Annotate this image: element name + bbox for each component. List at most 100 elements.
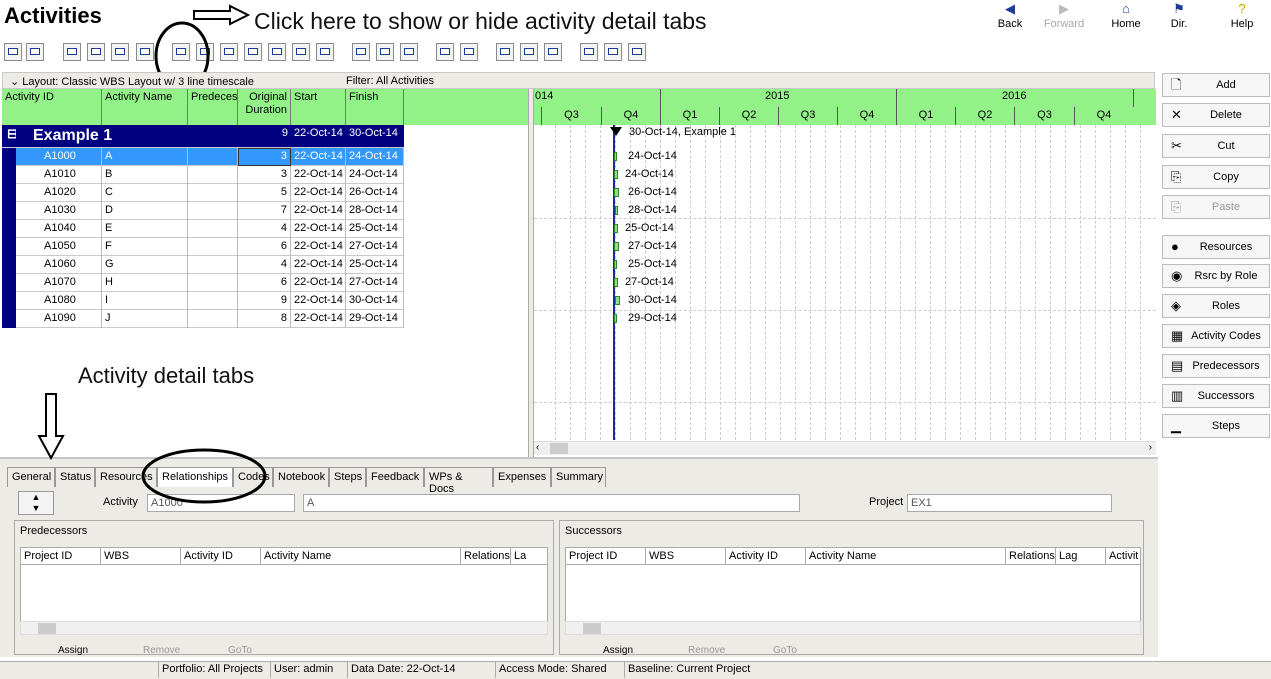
project-field[interactable]: EX1 xyxy=(907,494,1112,512)
detail.pred-col[interactable]: WBS xyxy=(101,548,181,564)
roles-button[interactable]: ◈ Roles xyxy=(1162,294,1270,318)
activity-bar[interactable] xyxy=(614,224,618,233)
detail.pred-col[interactable]: Project ID xyxy=(21,548,101,564)
layout-dropdown[interactable]: ⌄ Layout: Classic WBS Layout w/ 3 line t… xyxy=(10,75,254,88)
scroll-right-icon[interactable]: › xyxy=(1149,442,1152,453)
activity-row[interactable]: A1010 B 3 22-Oct-14 24-Oct-14 xyxy=(2,166,404,184)
detail.succ-goto-button[interactable]: GoTo xyxy=(743,645,821,657)
activity-duration[interactable]: 5 xyxy=(238,184,291,202)
zoom-in-icon[interactable] xyxy=(580,43,598,61)
detail.pred-assign-button[interactable]: Assign xyxy=(28,645,106,657)
collapse-icon[interactable]: ⊟ xyxy=(4,125,16,143)
detail.pred-remove-button[interactable]: Remove xyxy=(113,645,191,657)
detail.succ-assign-button[interactable]: Assign xyxy=(573,645,651,657)
zoom-out-icon[interactable] xyxy=(604,43,622,61)
scroll-left-icon[interactable]: ‹ xyxy=(536,442,539,453)
resources-button[interactable]: ● Resources xyxy=(1162,235,1270,259)
activity-bar[interactable] xyxy=(615,206,618,215)
detail.pred-col[interactable]: La xyxy=(511,548,549,564)
help-button[interactable]: ? Help xyxy=(1216,0,1268,36)
tab-summary[interactable]: Summary xyxy=(551,467,606,487)
detail.succ-col[interactable]: Project ID xyxy=(566,548,646,564)
activity-duration[interactable]: 3 xyxy=(238,166,291,184)
activity-bar[interactable] xyxy=(615,296,620,305)
activity-duration[interactable]: 8 xyxy=(238,310,291,328)
print-preview-icon[interactable] xyxy=(26,43,44,61)
detail.succ-scroll-thumb[interactable] xyxy=(583,623,601,634)
find-icon[interactable] xyxy=(496,43,514,61)
activity-duration[interactable]: 9 xyxy=(238,292,291,310)
tab-general[interactable]: General xyxy=(7,467,55,487)
column-width-icon[interactable] xyxy=(376,43,394,61)
group-sort-icon[interactable] xyxy=(352,43,370,61)
activity-row[interactable]: A1020 C 5 22-Oct-14 26-Oct-14 xyxy=(2,184,404,202)
detail.succ-remove-button[interactable]: Remove xyxy=(658,645,736,657)
filter-label[interactable]: Filter: All Activities xyxy=(346,75,434,87)
detail.pred-col[interactable]: Activity ID xyxy=(181,548,261,564)
tab-steps[interactable]: Steps xyxy=(329,467,366,487)
gantt-scrollbar[interactable]: ‹ › xyxy=(534,441,1156,455)
activity-row[interactable]: A1080 I 9 22-Oct-14 30-Oct-14 xyxy=(2,292,404,310)
layout-icon[interactable] xyxy=(460,43,478,61)
activity-row[interactable]: A1050 F 6 22-Oct-14 27-Oct-14 xyxy=(2,238,404,256)
detail.pred-goto-button[interactable]: GoTo xyxy=(198,645,276,657)
activity-row[interactable]: A1030 D 7 22-Oct-14 28-Oct-14 xyxy=(2,202,404,220)
updown-icon[interactable]: ▲ ▼ xyxy=(18,491,54,515)
rsrc-by-role-button[interactable]: ◉ Rsrc by Role xyxy=(1162,264,1270,288)
columns-icon[interactable] xyxy=(63,43,81,61)
add-button[interactable]: 🗋 Add xyxy=(1162,73,1270,97)
activity-row[interactable]: A1070 H 6 22-Oct-14 27-Oct-14 xyxy=(2,274,404,292)
activity-duration[interactable]: 6 xyxy=(238,274,291,292)
col-activity-name[interactable]: Activity Name xyxy=(102,89,188,125)
directory-button[interactable]: ⚑ Dir. xyxy=(1153,0,1205,36)
activity-bar[interactable] xyxy=(614,260,617,269)
activity-row[interactable]: A1000 A 3 22-Oct-14 24-Oct-14 xyxy=(2,148,404,166)
steps-button[interactable]: ▁ Steps xyxy=(1162,414,1270,438)
col-duration[interactable]: Original Duration xyxy=(238,89,291,125)
wbs-row[interactable]: ⊟ Example 1 9 22-Oct-14 30-Oct-14 xyxy=(2,125,404,148)
activity-row[interactable]: A1060 G 4 22-Oct-14 25-Oct-14 xyxy=(2,256,404,274)
successors-button[interactable]: ▥ Successors xyxy=(1162,384,1270,408)
bar-chart-icon[interactable] xyxy=(220,43,238,61)
tab-wps-docs[interactable]: WPs & Docs xyxy=(424,467,493,495)
cut-button[interactable]: ✂ Cut xyxy=(1162,134,1270,158)
delete-button[interactable]: ✕ Delete xyxy=(1162,103,1270,127)
activity-bar[interactable] xyxy=(614,242,619,251)
detail.succ-col[interactable]: WBS xyxy=(646,548,726,564)
activity-bar[interactable] xyxy=(614,314,617,323)
activity-row[interactable]: A1090 J 8 22-Oct-14 29-Oct-14 xyxy=(2,310,404,328)
activity-duration[interactable]: 4 xyxy=(238,256,291,274)
detail.pred-col[interactable]: Relations xyxy=(461,548,511,564)
detail.succ-col[interactable]: Activity ID xyxy=(726,548,806,564)
copy-button[interactable]: ⎘ Copy xyxy=(1162,165,1270,189)
predecessors-button[interactable]: ▤ Predecessors xyxy=(1162,354,1270,378)
forward-button[interactable]: ▶ Forward xyxy=(1038,0,1090,36)
col-start[interactable]: Start xyxy=(291,89,346,125)
detail.succ-table-body[interactable] xyxy=(565,565,1141,621)
detail.pred-table-body[interactable] xyxy=(20,565,548,621)
detail.succ-col[interactable]: Activit xyxy=(1106,548,1142,564)
activity-bar[interactable] xyxy=(614,188,619,197)
paste-button[interactable]: ⎘ Paste xyxy=(1162,195,1270,219)
detail.pred-col[interactable]: Activity Name xyxy=(261,548,461,564)
back-button[interactable]: ◀ Back xyxy=(984,0,1036,36)
detail.pred-scrollbar[interactable] xyxy=(20,621,548,635)
activity-codes-button[interactable]: ▦ Activity Codes xyxy=(1162,324,1270,348)
tab-feedback[interactable]: Feedback xyxy=(366,467,424,487)
spotlight-icon[interactable] xyxy=(544,43,562,61)
activity-name-field[interactable]: A xyxy=(303,494,800,512)
detail.pred-scroll-thumb[interactable] xyxy=(38,623,56,634)
bars-icon[interactable] xyxy=(400,43,418,61)
activity-bar[interactable] xyxy=(614,170,618,179)
table-view-icon[interactable] xyxy=(87,43,105,61)
network-icon[interactable] xyxy=(136,43,154,61)
detail.succ-col[interactable]: Lag xyxy=(1056,548,1106,564)
schedule-icon[interactable] xyxy=(316,43,334,61)
detail.succ-col[interactable]: Activity Name xyxy=(806,548,1006,564)
print-icon[interactable] xyxy=(4,43,22,61)
activity-duration[interactable]: 4 xyxy=(238,220,291,238)
col-activity-id[interactable]: Activity ID xyxy=(2,89,102,125)
activity-bar[interactable] xyxy=(614,152,617,161)
home-button[interactable]: ⌂ Home xyxy=(1100,0,1152,36)
gantt-icon[interactable] xyxy=(111,43,129,61)
